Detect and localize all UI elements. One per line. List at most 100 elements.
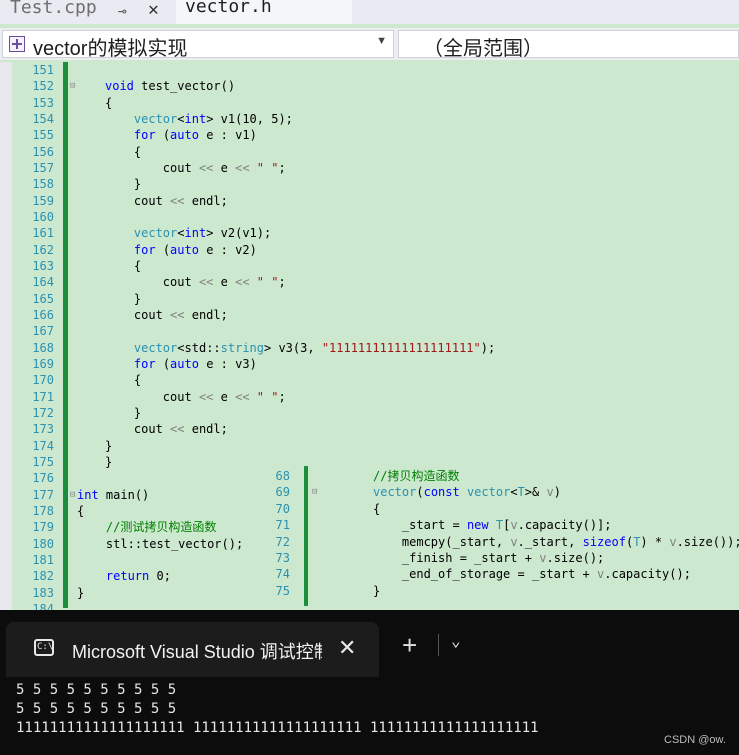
line-number: 173: [32, 422, 54, 437]
line-number: 167: [32, 324, 54, 339]
line-number: 154: [32, 111, 54, 126]
code-line[interactable]: int main(): [77, 487, 149, 503]
tab-vector-h[interactable]: vector.h: [176, 0, 352, 24]
fold-toggle-icon[interactable]: ⊟: [70, 81, 75, 91]
pin-icon[interactable]: ⊸: [118, 3, 126, 21]
project-scope-label: vector的模拟实现: [33, 38, 188, 60]
peek-code-line[interactable]: _finish = _start + v.size();: [373, 550, 604, 566]
peek-line-number: 74: [275, 567, 290, 582]
watermark: CSDN @ow.: [664, 734, 726, 746]
line-number: 183: [32, 585, 54, 600]
line-number: 166: [32, 307, 54, 322]
code-line[interactable]: for (auto e : v1): [105, 127, 257, 143]
code-line[interactable]: }: [105, 454, 112, 470]
debug-console-window[interactable]: C:\ Microsoft Visual Studio 调试控制台 ✕ + ⌄ …: [0, 610, 739, 755]
line-number: 169: [32, 356, 54, 371]
peek-line-number: 73: [275, 551, 290, 565]
code-line[interactable]: {: [105, 144, 141, 160]
code-line[interactable]: cout << endl;: [105, 421, 228, 437]
line-number: 178: [32, 503, 54, 518]
line-number: 165: [32, 291, 54, 306]
line-number: 180: [32, 536, 54, 551]
code-line[interactable]: cout << e << " ";: [105, 389, 286, 405]
peek-code-line[interactable]: vector(const vector<T>& v): [373, 484, 561, 500]
global-scope-label: （全局范围）: [423, 38, 543, 60]
peek-code-line[interactable]: _start = new T[v.capacity()];: [373, 517, 612, 533]
line-number: 168: [32, 340, 54, 355]
peek-code-line[interactable]: {: [373, 501, 380, 517]
code-line[interactable]: }: [77, 585, 84, 601]
terminal-icon: C:\: [34, 639, 54, 656]
line-number: 160: [32, 209, 54, 224]
change-indicator-bar: [63, 62, 68, 608]
code-line[interactable]: cout << e << " ";: [105, 274, 286, 290]
code-line[interactable]: vector<int> v2(v1);: [105, 225, 271, 241]
line-number: 157: [32, 160, 54, 175]
peek-code-line[interactable]: }: [373, 583, 380, 599]
peek-code-line[interactable]: memcpy(_start, v._start, sizeof(T) * v.s…: [373, 534, 739, 550]
code-line[interactable]: vector<int> v1(10, 5);: [105, 111, 293, 127]
line-number: 174: [32, 438, 54, 453]
peek-code-line[interactable]: _end_of_storage = _start + v.capacity();: [373, 566, 691, 582]
global-scope-dropdown[interactable]: （全局范围）: [398, 30, 739, 60]
line-number: 177: [32, 487, 54, 502]
peek-code-line[interactable]: //拷贝构造函数: [373, 468, 459, 484]
new-tab-button[interactable]: +: [402, 632, 417, 658]
line-number: 153: [32, 95, 54, 110]
line-number: 155: [32, 128, 54, 143]
line-number: 182: [32, 569, 54, 584]
line-number: 156: [32, 144, 54, 159]
code-line[interactable]: }: [105, 438, 112, 454]
close-terminal-icon[interactable]: ✕: [338, 635, 356, 661]
code-line[interactable]: //测试拷贝构造函数: [77, 519, 216, 535]
code-line[interactable]: stl::test_vector();: [77, 536, 243, 552]
peek-line-number: 72: [275, 534, 290, 549]
code-line[interactable]: {: [77, 503, 84, 519]
line-number: 162: [32, 242, 54, 257]
code-line[interactable]: cout << endl;: [105, 307, 228, 323]
code-line[interactable]: }: [105, 291, 141, 307]
line-number: 152: [32, 79, 54, 94]
code-line[interactable]: }: [105, 176, 141, 192]
code-line[interactable]: vector<std::string> v3(3, "1111111111111…: [105, 340, 495, 356]
console-output-line: 5 5 5 5 5 5 5 5 5 5: [16, 682, 177, 698]
line-number: 151: [32, 63, 54, 77]
line-number: 172: [32, 405, 54, 420]
line-number: 158: [32, 177, 54, 192]
line-number: 175: [32, 454, 54, 469]
code-line[interactable]: void test_vector(): [105, 78, 235, 94]
line-number: 176: [32, 471, 54, 486]
fold-toggle-icon[interactable]: ⊟: [70, 490, 75, 500]
close-tab-icon[interactable]: ✕: [148, 1, 159, 19]
code-line[interactable]: cout << e << " ";: [105, 160, 286, 176]
tab-test-cpp[interactable]: Test.cpp ⊸ ✕: [0, 0, 174, 24]
project-scope-icon: [9, 36, 25, 52]
console-output-line: 5 5 5 5 5 5 5 5 5 5: [16, 701, 177, 717]
chevron-down-icon[interactable]: ⌄: [451, 631, 461, 650]
line-number: 181: [32, 552, 54, 567]
code-line[interactable]: return 0;: [77, 568, 171, 584]
terminal-tab[interactable]: C:\ Microsoft Visual Studio 调试控制台 ✕: [6, 622, 379, 677]
code-line[interactable]: for (auto e : v2): [105, 242, 257, 258]
project-scope-dropdown[interactable]: vector的模拟实现 ▼: [2, 30, 394, 60]
code-line[interactable]: }: [105, 405, 141, 421]
code-line[interactable]: for (auto e : v3): [105, 356, 257, 372]
code-line[interactable]: {: [105, 372, 141, 388]
code-line[interactable]: {: [105, 258, 141, 274]
document-tab-strip: Test.cpp ⊸ ✕ vector.h: [0, 0, 739, 24]
line-number: 159: [32, 193, 54, 208]
code-line[interactable]: cout << endl;: [105, 193, 228, 209]
line-number: 179: [32, 520, 54, 535]
peek-fold-toggle-icon[interactable]: ⊟: [312, 487, 317, 497]
peek-line-number: 71: [275, 518, 290, 533]
peek-line-number: 69: [275, 485, 290, 500]
tab-divider: [438, 634, 439, 656]
code-line[interactable]: {: [105, 95, 112, 111]
dropdown-arrow-icon[interactable]: ▼: [376, 35, 387, 47]
line-number: 171: [32, 389, 54, 404]
peek-line-number: 75: [275, 583, 290, 598]
peek-line-number: 68: [275, 469, 290, 483]
line-number: 163: [32, 258, 54, 273]
peek-line-number: 70: [275, 501, 290, 516]
peek-change-bar: [304, 466, 308, 606]
